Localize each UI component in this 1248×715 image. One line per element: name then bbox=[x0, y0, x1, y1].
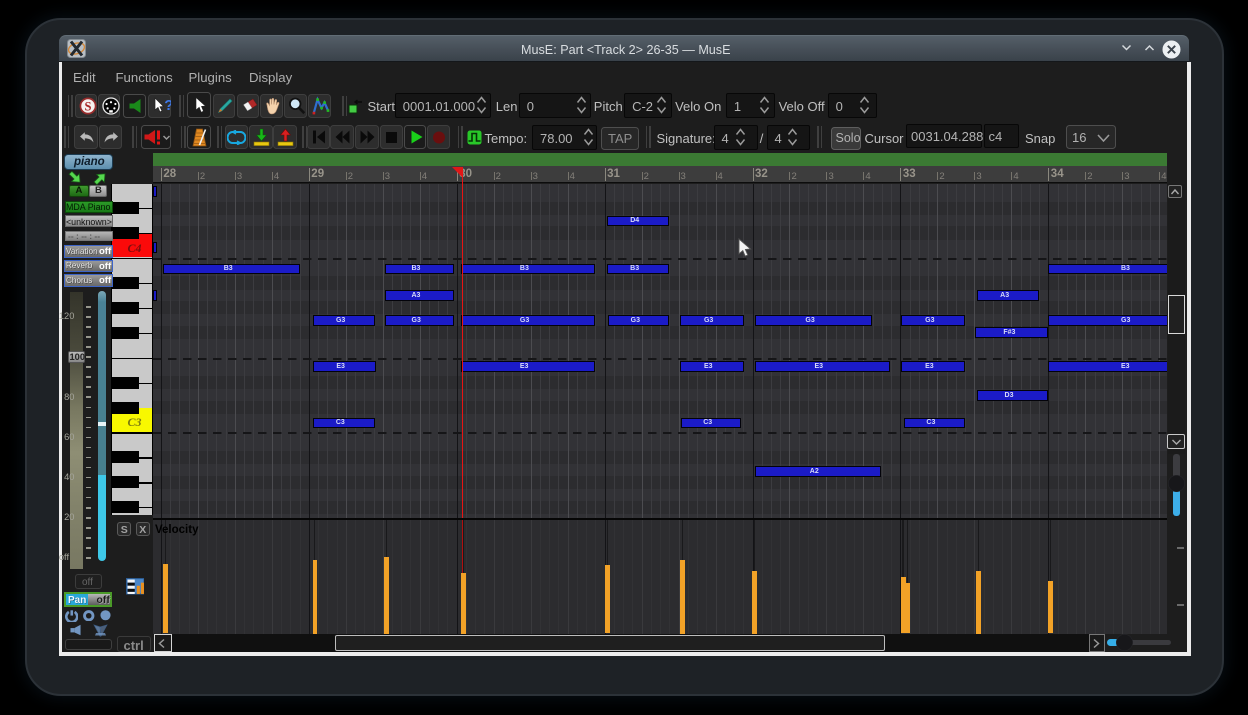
svg-text:S: S bbox=[85, 99, 92, 113]
svg-text:?: ? bbox=[164, 97, 171, 114]
